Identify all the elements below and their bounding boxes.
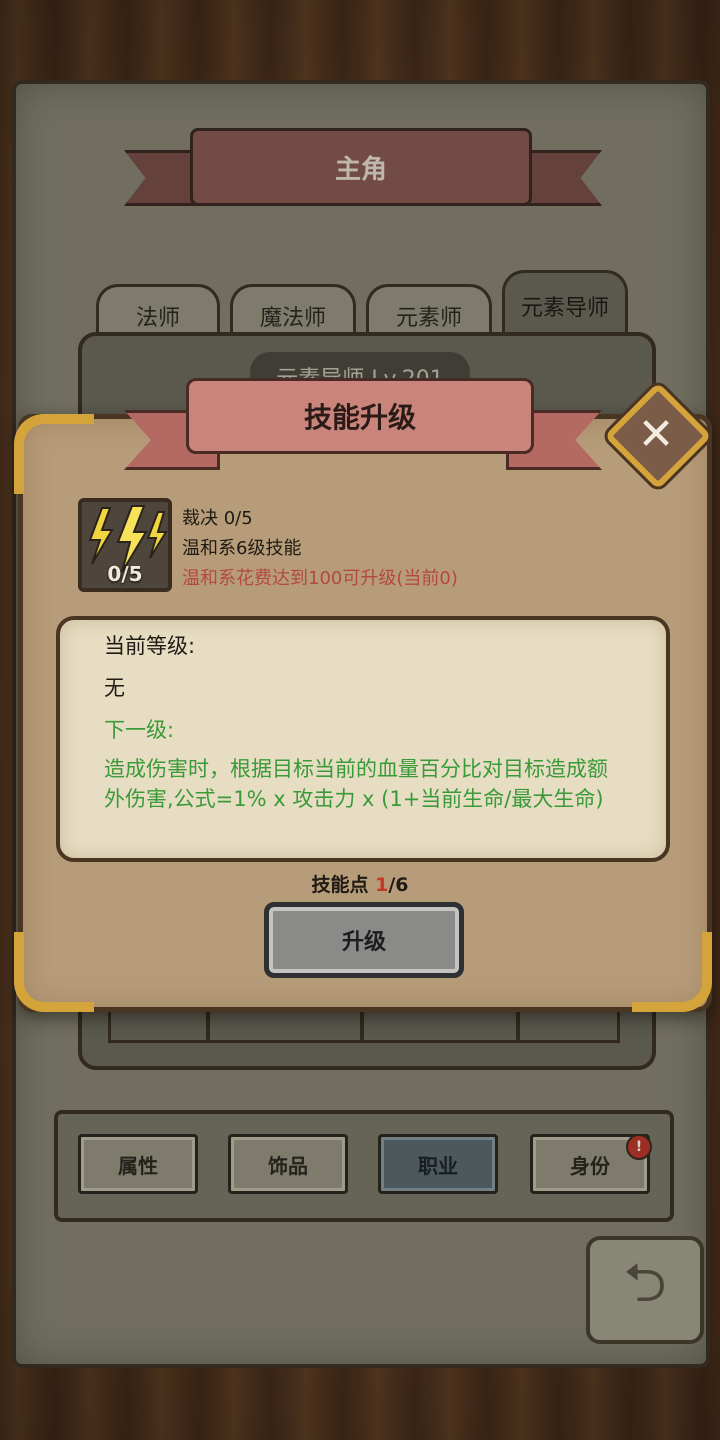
skill-requirement: 温和系花费达到100可升级(当前0)	[182, 568, 458, 589]
dialog-title: 技能升级	[186, 378, 534, 454]
close-icon: ✕	[637, 408, 675, 460]
close-button[interactable]: ✕	[604, 382, 712, 490]
skill-count: 0/5	[107, 562, 143, 586]
corner-ornament	[14, 414, 94, 494]
skill-points: 技能点 1/6	[0, 870, 720, 897]
skill-points-total: /6	[388, 874, 409, 896]
next-level-value: 造成伤害时，根据目标当前的血量百分比对目标造成额外伤害,公式=1% x 攻击力 …	[104, 757, 608, 811]
skill-icon[interactable]: 0/5	[78, 498, 172, 592]
corner-ornament	[632, 932, 712, 1012]
current-level-value: 无	[104, 676, 125, 700]
skill-name: 裁决 0/5	[182, 508, 253, 529]
current-level-label: 当前等级:	[104, 634, 196, 658]
corner-ornament	[14, 932, 94, 1012]
skill-type: 温和系6级技能	[182, 538, 302, 559]
skill-points-label: 技能点	[311, 874, 376, 896]
next-level-label: 下一级:	[104, 718, 175, 742]
skill-points-current: 1	[375, 874, 389, 896]
upgrade-button[interactable]: 升级	[264, 902, 464, 978]
